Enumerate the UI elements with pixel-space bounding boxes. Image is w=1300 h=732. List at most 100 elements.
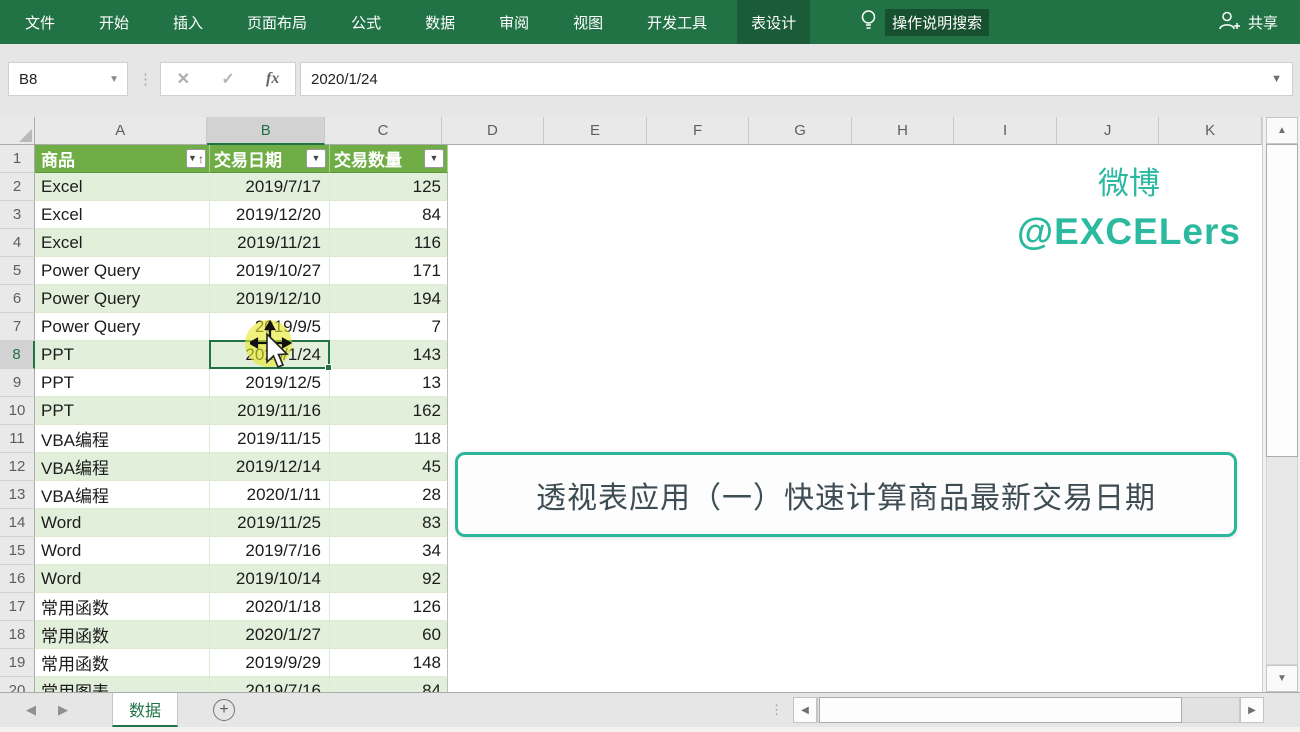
tab-table-design[interactable]: 表设计 xyxy=(737,0,810,44)
cell-qty[interactable]: 13 xyxy=(330,369,448,397)
cell-product[interactable]: 常用图表 xyxy=(35,677,210,692)
row-number[interactable]: 16 xyxy=(0,565,35,593)
scroll-up-icon[interactable]: ▲ xyxy=(1266,117,1298,144)
cell-date[interactable]: 2019/12/10 xyxy=(210,285,330,313)
share-button[interactable]: 共享 xyxy=(1218,10,1300,34)
column-header-G[interactable]: G xyxy=(749,117,852,145)
tab-file[interactable]: 文件 xyxy=(25,0,55,44)
cell-date[interactable]: 2020/1/24 xyxy=(210,341,330,369)
cell-date[interactable]: 2019/10/14 xyxy=(210,565,330,593)
tab-page-layout[interactable]: 页面布局 xyxy=(247,0,307,44)
sheet-tab-data[interactable]: 数据 xyxy=(112,693,178,727)
cell-qty[interactable]: 118 xyxy=(330,425,448,453)
column-header-I[interactable]: I xyxy=(954,117,1057,145)
cell-date[interactable]: 2020/1/27 xyxy=(210,621,330,649)
column-header-K[interactable]: K xyxy=(1159,117,1262,145)
cell-qty[interactable]: 34 xyxy=(330,537,448,565)
cell-date[interactable]: 2019/11/25 xyxy=(210,509,330,537)
cell-product[interactable]: VBA编程 xyxy=(35,425,210,453)
cell-product[interactable]: 常用函数 xyxy=(35,649,210,677)
vertical-scrollbar[interactable]: ▲ ▼ xyxy=(1262,117,1300,692)
header-cell-product[interactable]: 商品 ▼↑ xyxy=(35,145,210,173)
fill-handle[interactable] xyxy=(325,364,332,371)
cell-product[interactable]: Power Query xyxy=(35,257,210,285)
column-header-C[interactable]: C xyxy=(325,117,441,145)
row-number[interactable]: 2 xyxy=(0,173,35,201)
horizontal-scrollbar-thumb[interactable] xyxy=(819,697,1182,723)
cell-qty[interactable]: 126 xyxy=(330,593,448,621)
scroll-right-icon[interactable]: ▶ xyxy=(1240,697,1264,723)
cell-qty[interactable]: 60 xyxy=(330,621,448,649)
sheet-nav-left-icon[interactable]: ◀ xyxy=(26,693,36,727)
formula-bar-resize-handle[interactable]: ⋮ xyxy=(138,62,153,96)
cancel-button[interactable]: ✕ xyxy=(177,69,190,89)
cell-qty[interactable]: 7 xyxy=(330,313,448,341)
filter-dropdown-icon[interactable]: ▼ xyxy=(424,149,444,168)
cell-product[interactable]: PPT xyxy=(35,369,210,397)
filter-sort-asc-icon[interactable]: ▼↑ xyxy=(186,149,206,168)
tab-developer[interactable]: 开发工具 xyxy=(647,0,707,44)
formula-bar-expand-icon[interactable]: ▼ xyxy=(1271,73,1282,85)
row-number[interactable]: 12 xyxy=(0,453,35,481)
cell-date[interactable]: 2019/12/14 xyxy=(210,453,330,481)
column-header-B[interactable]: B xyxy=(207,117,325,145)
cell-date[interactable]: 2019/11/21 xyxy=(210,229,330,257)
tab-home[interactable]: 开始 xyxy=(99,0,129,44)
tell-me-search[interactable]: 操作说明搜索 xyxy=(860,9,989,36)
scrollbar-resize-handle[interactable]: ⋮ xyxy=(770,693,783,727)
row-number[interactable]: 4 xyxy=(0,229,35,257)
column-header-A[interactable]: A xyxy=(35,117,208,145)
cell-date[interactable]: 2019/9/5 xyxy=(210,313,330,341)
cell-date[interactable]: 2020/1/18 xyxy=(210,593,330,621)
row-number[interactable]: 20 xyxy=(0,677,35,692)
cell-date[interactable]: 2019/11/16 xyxy=(210,397,330,425)
cell-date[interactable]: 2019/10/27 xyxy=(210,257,330,285)
cell-product[interactable]: 常用函数 xyxy=(35,621,210,649)
row-number[interactable]: 11 xyxy=(0,425,35,453)
formula-input[interactable]: 2020/1/24 ▼ xyxy=(300,62,1293,96)
cell-qty[interactable]: 116 xyxy=(330,229,448,257)
row-number[interactable]: 1 xyxy=(0,145,35,173)
row-number[interactable]: 3 xyxy=(0,201,35,229)
cell-product[interactable]: Word xyxy=(35,537,210,565)
filter-dropdown-icon[interactable]: ▼ xyxy=(306,149,326,168)
scroll-down-icon[interactable]: ▼ xyxy=(1266,665,1298,692)
tab-review[interactable]: 审阅 xyxy=(499,0,529,44)
cell-product[interactable]: Power Query xyxy=(35,313,210,341)
cell-date[interactable]: 2019/7/16 xyxy=(210,537,330,565)
cell-product[interactable]: Word xyxy=(35,565,210,593)
cell-date[interactable]: 2019/7/16 xyxy=(210,677,330,692)
row-number[interactable]: 18 xyxy=(0,621,35,649)
cell-qty[interactable]: 84 xyxy=(330,201,448,229)
cell-date[interactable]: 2019/11/15 xyxy=(210,425,330,453)
tab-data[interactable]: 数据 xyxy=(425,0,455,44)
row-number[interactable]: 9 xyxy=(0,369,35,397)
column-header-H[interactable]: H xyxy=(852,117,955,145)
cell-qty[interactable]: 143 xyxy=(330,341,448,369)
row-number[interactable]: 10 xyxy=(0,397,35,425)
row-number[interactable]: 14 xyxy=(0,509,35,537)
sheet-nav-right-icon[interactable]: ▶ xyxy=(58,693,68,727)
cell-qty[interactable]: 125 xyxy=(330,173,448,201)
vertical-scrollbar-thumb[interactable] xyxy=(1266,144,1298,457)
enter-button[interactable]: ✓ xyxy=(221,69,234,89)
cell-qty[interactable]: 171 xyxy=(330,257,448,285)
tab-formulas[interactable]: 公式 xyxy=(351,0,381,44)
row-number[interactable]: 15 xyxy=(0,537,35,565)
add-sheet-button[interactable]: + xyxy=(213,699,235,721)
row-number[interactable]: 6 xyxy=(0,285,35,313)
cell-product[interactable]: PPT xyxy=(35,397,210,425)
cell-qty[interactable]: 148 xyxy=(330,649,448,677)
row-number[interactable]: 7 xyxy=(0,313,35,341)
row-number[interactable]: 13 xyxy=(0,481,35,509)
cell-qty[interactable]: 84 xyxy=(330,677,448,692)
header-cell-qty[interactable]: 交易数量 ▼ xyxy=(330,145,448,173)
column-header-D[interactable]: D xyxy=(442,117,545,145)
cell-product[interactable]: VBA编程 xyxy=(35,453,210,481)
cell-product[interactable]: Excel xyxy=(35,229,210,257)
cell-qty[interactable]: 45 xyxy=(330,453,448,481)
tab-view[interactable]: 视图 xyxy=(573,0,603,44)
row-number[interactable]: 19 xyxy=(0,649,35,677)
cell-product[interactable]: VBA编程 xyxy=(35,481,210,509)
row-number[interactable]: 17 xyxy=(0,593,35,621)
